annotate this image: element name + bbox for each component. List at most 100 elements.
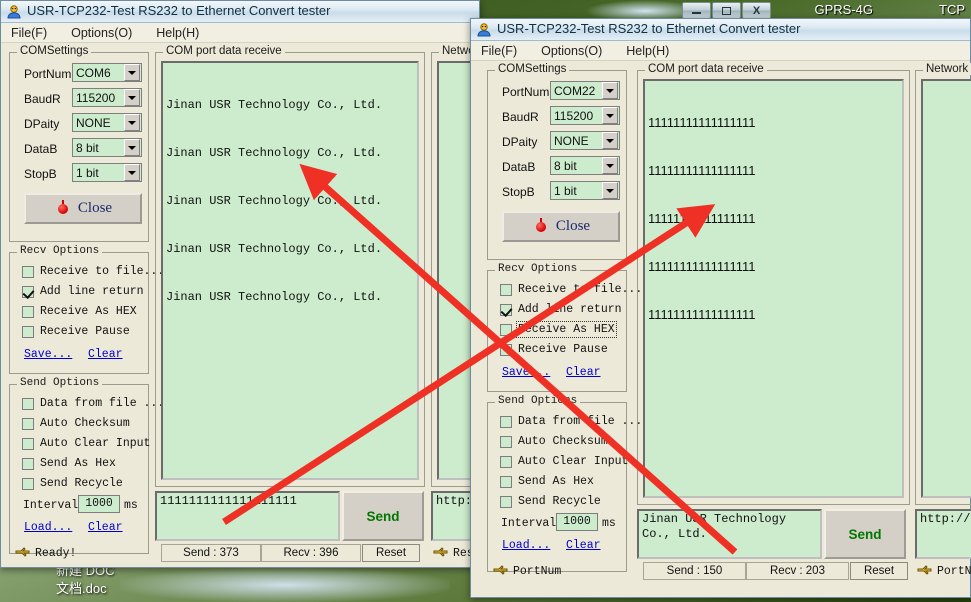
titlebar-front[interactable]: USR-TCP232-Test RS232 to Ethernet Conver… [471, 19, 970, 41]
checkbox-box-icon[interactable] [500, 436, 512, 448]
link-clear-recv-front[interactable]: Clear [566, 366, 601, 379]
menu-options-front[interactable]: Options(O) [537, 43, 606, 59]
checkbox-box-icon[interactable] [22, 266, 34, 278]
chevron-down-icon[interactable] [124, 139, 140, 156]
link-load-back[interactable]: Load... [24, 521, 72, 534]
menu-file-front[interactable]: File(F) [477, 43, 521, 59]
menu-options-back[interactable]: Options(O) [67, 25, 136, 41]
com-send-button-back[interactable]: Send [342, 491, 424, 541]
checkbox-send-recycle-back[interactable]: Send Recycle [22, 477, 123, 490]
checkbox-send-recycle-front[interactable]: Send Recycle [500, 495, 601, 508]
checkbox-receive-as-hex-back[interactable]: Receive As HEX [22, 305, 137, 318]
checkbox-box-icon[interactable] [500, 416, 512, 428]
chevron-down-icon[interactable] [124, 114, 140, 131]
combo-baudr-value-front: 115200 [551, 109, 602, 123]
combo-datab-front[interactable]: 8 bit [550, 156, 620, 175]
checkbox-receive-as-hex-front[interactable]: Receive As HEX [500, 323, 615, 336]
combo-baudr-back[interactable]: 115200 [72, 88, 142, 107]
checkbox-box-icon[interactable] [22, 438, 34, 450]
chevron-down-icon[interactable] [602, 157, 618, 174]
combo-portnum-value-front: COM22 [551, 84, 602, 98]
checkbox-receive-to-file-front[interactable]: Receive to file... [500, 283, 642, 296]
label-interval-unit-back: ms [124, 499, 138, 512]
close-port-button-front[interactable]: Close [502, 211, 620, 242]
com-send-button-front[interactable]: Send [824, 509, 906, 559]
link-load-front[interactable]: Load... [502, 539, 550, 552]
network-send-input-front[interactable]: http://en [915, 509, 971, 559]
checkbox-send-as-hex-back[interactable]: Send As Hex [22, 457, 116, 470]
checkbox-box-icon[interactable] [500, 284, 512, 296]
menubar-back[interactable]: File(F) Options(O) Help(H) [1, 23, 479, 43]
checkbox-auto-clear-input-back[interactable]: Auto Clear Input [22, 437, 150, 450]
chevron-down-icon[interactable] [124, 89, 140, 106]
checkbox-box-icon[interactable] [22, 286, 34, 298]
maximize-button[interactable] [712, 2, 741, 19]
combo-portnum-front[interactable]: COM22 [550, 81, 620, 100]
status-reset-button-back[interactable]: Reset [362, 544, 420, 562]
chevron-down-icon[interactable] [602, 82, 618, 99]
checkbox-receive-to-file-back[interactable]: Receive to file... [22, 265, 164, 278]
chevron-down-icon[interactable] [124, 64, 140, 81]
com-receive-textarea-back[interactable]: Jinan USR Technology Co., Ltd. Jinan USR… [161, 61, 419, 480]
link-save-front[interactable]: Save... [502, 366, 550, 379]
checkbox-box-icon[interactable] [500, 304, 512, 316]
checkbox-box-icon[interactable] [500, 344, 512, 356]
com-send-input-front[interactable]: Jinan USR Technology Co., Ltd. [637, 509, 822, 559]
close-port-button-back[interactable]: Close [24, 193, 142, 224]
checkbox-data-from-file-back[interactable]: Data from file ... [22, 397, 164, 410]
checkbox-box-icon[interactable] [500, 496, 512, 508]
checkbox-receive-pause-back[interactable]: Receive Pause [22, 325, 130, 338]
link-clear-recv-back[interactable]: Clear [88, 348, 123, 361]
checkbox-box-icon[interactable] [22, 418, 34, 430]
checkbox-auto-checksum-back[interactable]: Auto Checksum [22, 417, 130, 430]
app-icon [6, 4, 22, 20]
menubar-front[interactable]: File(F) Options(O) Help(H) [471, 41, 970, 61]
interval-input-front[interactable]: 1000 [556, 513, 598, 531]
checkbox-box-icon[interactable] [22, 478, 34, 490]
checkbox-box-icon[interactable] [22, 306, 34, 318]
titlebar-back[interactable]: USR-TCP232-Test RS232 to Ethernet Conver… [1, 1, 479, 23]
menu-help-front[interactable]: Help(H) [622, 43, 673, 59]
combo-datab-back[interactable]: 8 bit [72, 138, 142, 157]
checkbox-label: Data from file ... [518, 415, 642, 428]
checkbox-auto-clear-input-front[interactable]: Auto Clear Input [500, 455, 628, 468]
usr-tcp232-test-window-front[interactable]: USR-TCP232-Test RS232 to Ethernet Conver… [470, 18, 971, 598]
menu-file-back[interactable]: File(F) [7, 25, 51, 41]
chevron-down-icon[interactable] [602, 132, 618, 149]
combo-baudr-front[interactable]: 115200 [550, 106, 620, 125]
checkbox-auto-checksum-front[interactable]: Auto Checksum [500, 435, 608, 448]
chevron-down-icon[interactable] [124, 164, 140, 181]
chevron-down-icon[interactable] [602, 182, 618, 199]
checkbox-box-icon[interactable] [500, 476, 512, 488]
combo-dpaity-front[interactable]: NONE [550, 131, 620, 150]
com-receive-textarea-front[interactable]: 11111111111111111 11111111111111111 1111… [643, 79, 904, 498]
checkbox-box-icon[interactable] [500, 456, 512, 468]
checkbox-box-icon[interactable] [22, 326, 34, 338]
checkbox-box-icon[interactable] [22, 458, 34, 470]
checkbox-add-line-return-back[interactable]: Add line return [22, 285, 144, 298]
menu-help-back[interactable]: Help(H) [152, 25, 203, 41]
checkbox-data-from-file-front[interactable]: Data from file ... [500, 415, 642, 428]
status-hint-back: Ready! [35, 547, 76, 560]
link-clear-send-front[interactable]: Clear [566, 539, 601, 552]
chevron-down-icon[interactable] [602, 107, 618, 124]
status-reset-button-front[interactable]: Reset [850, 562, 908, 580]
interval-input-back[interactable]: 1000 [78, 495, 120, 513]
close-button[interactable]: X [742, 2, 771, 19]
checkbox-box-icon[interactable] [22, 398, 34, 410]
usr-tcp232-test-window-back[interactable]: USR-TCP232-Test RS232 to Ethernet Conver… [0, 0, 480, 568]
combo-stopb-value-back: 1 bit [73, 166, 124, 180]
combo-stopb-front[interactable]: 1 bit [550, 181, 620, 200]
com-send-input-back[interactable]: 1111111111111111111 [155, 491, 340, 541]
checkbox-receive-pause-front[interactable]: Receive Pause [500, 343, 608, 356]
checkbox-add-line-return-front[interactable]: Add line return [500, 303, 622, 316]
combo-dpaity-back[interactable]: NONE [72, 113, 142, 132]
checkbox-send-as-hex-front[interactable]: Send As Hex [500, 475, 594, 488]
link-clear-send-back[interactable]: Clear [88, 521, 123, 534]
combo-stopb-back[interactable]: 1 bit [72, 163, 142, 182]
link-save-back[interactable]: Save... [24, 348, 72, 361]
combo-portnum-back[interactable]: COM6 [72, 63, 142, 82]
network-receive-textarea-front[interactable] [921, 79, 971, 498]
minimize-button[interactable] [682, 2, 711, 19]
checkbox-box-icon[interactable] [500, 324, 512, 336]
